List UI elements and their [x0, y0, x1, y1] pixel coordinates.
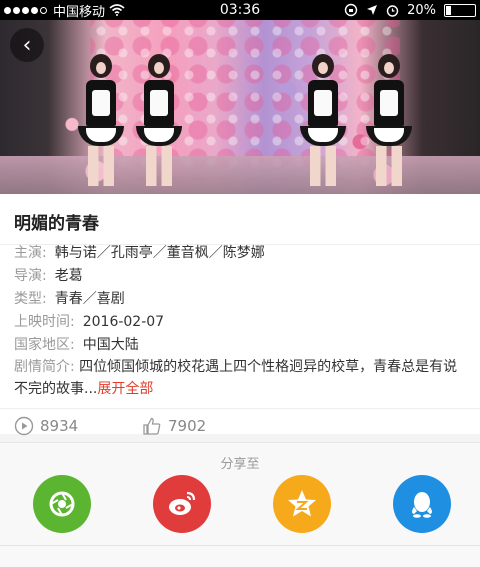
cast-row: 主演: 韩与诺／孔雨亭／董音枫／陈梦娜: [14, 242, 265, 264]
share-weibo-button[interactable]: [153, 475, 211, 533]
genre-value: 青春／喜剧: [54, 291, 125, 307]
dancer-figure: [366, 54, 412, 186]
rotation-lock-icon: [344, 3, 358, 17]
status-left: 中国移动: [0, 1, 125, 20]
battery-level: [446, 5, 452, 15]
cast-label: 主演:: [14, 245, 47, 261]
release-row: 上映时间: 2016-02-07: [14, 311, 164, 333]
share-qzone-button[interactable]: [273, 475, 331, 533]
expand-all-link[interactable]: 展开全部: [97, 381, 153, 397]
director-label: 导演:: [14, 268, 47, 284]
chevron-left-icon: ‹: [22, 32, 32, 58]
release-label: 上映时间:: [14, 314, 75, 330]
region-value: 中国大陆: [82, 337, 139, 353]
movie-info-card: 明媚的青春 主演: 韩与诺／孔雨亭／董音枫／陈梦娜 导演: 老葛 类型: 青春／喜剧 …: [0, 194, 480, 436]
share-panel: 分享至: [0, 442, 480, 567]
likes-stat[interactable]: 7902: [142, 416, 206, 436]
intro-text: 四位倾国倾城的校花遇上四个性格迥异的校草，青春总是有说不完的故事...: [14, 359, 458, 397]
wechat-moments-icon: [49, 491, 75, 517]
divider: [0, 408, 480, 409]
genre-row: 类型: 青春／喜剧: [14, 288, 125, 310]
share-qq-button[interactable]: [393, 475, 451, 533]
back-button[interactable]: ‹: [10, 28, 44, 62]
intro-row: 剧情简介: 四位倾国倾城的校花遇上四个性格迥异的校草，青春总是有说不完的故事..…: [14, 356, 466, 400]
thumbs-up-icon: [143, 417, 161, 435]
battery-percent: 20%: [407, 2, 436, 18]
release-value: 2016-02-07: [82, 314, 165, 330]
director-value: 老葛: [54, 268, 83, 284]
intro-label: 剧情简介:: [14, 359, 75, 375]
dancer-figure: [78, 54, 124, 186]
alarm-icon: [386, 4, 399, 17]
movie-title: 明媚的青春: [14, 214, 99, 234]
divider: [0, 545, 480, 546]
carrier-name: 中国移动: [53, 4, 106, 20]
status-bar: 中国移动 03:36 20%: [0, 0, 480, 20]
signal-icon: [4, 3, 49, 18]
wifi-icon: [109, 4, 125, 16]
dancer-figure: [136, 54, 182, 186]
likes-count: 7902: [168, 417, 207, 435]
qq-penguin-icon: [412, 492, 432, 518]
movie-still[interactable]: ‹: [0, 20, 480, 194]
eye-icon: [14, 416, 34, 436]
region-row: 国家地区: 中国大陆: [14, 334, 139, 356]
battery-icon: [444, 3, 476, 17]
qzone-star-icon: [288, 490, 316, 517]
genre-label: 类型:: [14, 291, 47, 307]
views-stat: 8934: [14, 416, 78, 436]
status-right: 20%: [344, 0, 476, 20]
views-count: 8934: [40, 417, 79, 435]
weibo-icon: [169, 491, 196, 515]
share-title: 分享至: [220, 457, 260, 472]
share-wechat-moments-button[interactable]: [33, 475, 91, 533]
cast-value: 韩与诺／孔雨亭／董音枫／陈梦娜: [54, 245, 265, 261]
location-icon: [367, 5, 378, 15]
director-row: 导演: 老葛: [14, 265, 83, 287]
region-label: 国家地区:: [14, 337, 75, 353]
dancer-figure: [300, 54, 346, 186]
